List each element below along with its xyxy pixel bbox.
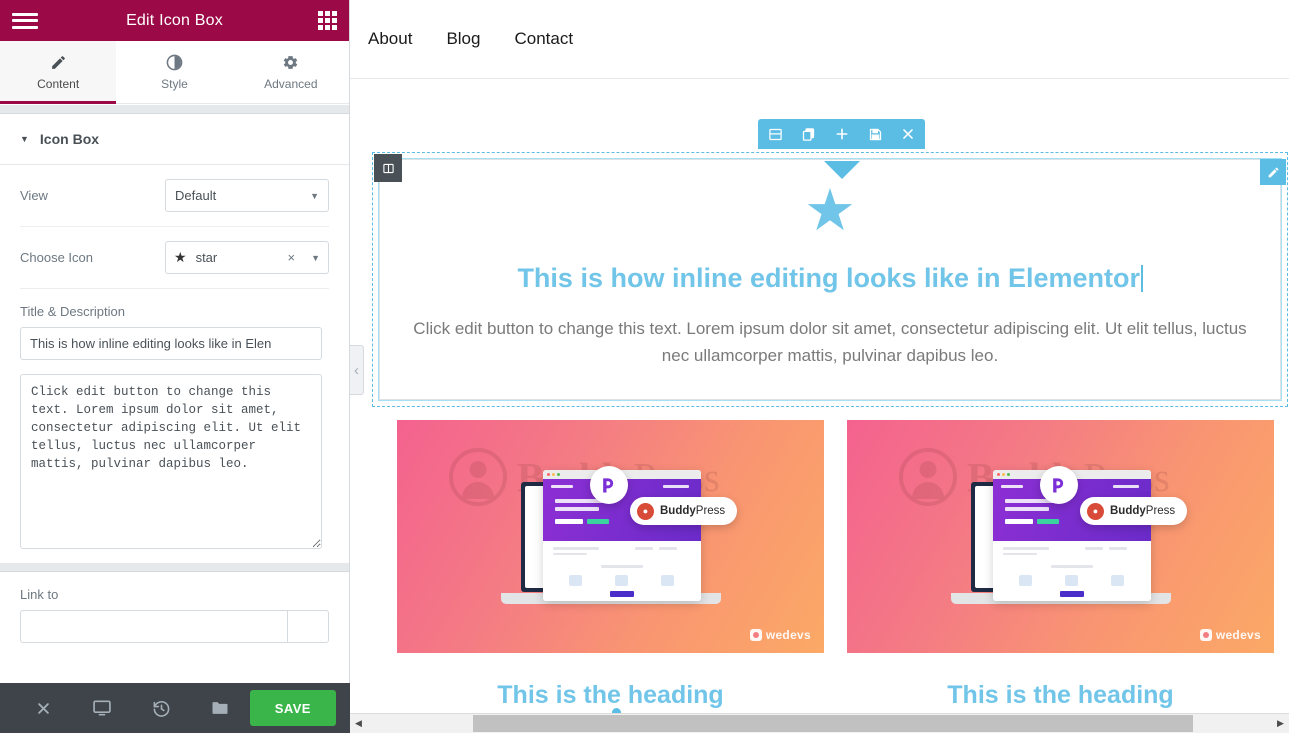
- panel-header: Edit Icon Box: [0, 0, 349, 41]
- tab-content[interactable]: Content: [0, 41, 117, 104]
- pencil-icon: [50, 54, 67, 71]
- buddypress-badge: ● BuddyPress: [1080, 497, 1188, 525]
- buddypress-badge: ● BuddyPress: [630, 497, 738, 525]
- tab-style[interactable]: Style: [116, 41, 233, 103]
- column-wrapper[interactable]: ★ This is how inline editing looks like …: [374, 154, 1286, 402]
- monitor-icon[interactable]: [73, 683, 132, 733]
- link-to-label: Link to: [20, 587, 59, 602]
- control-choose-icon: Choose Icon ★ star × ▼: [0, 227, 349, 288]
- panel-divider: [0, 105, 349, 114]
- close-icon[interactable]: ×: [287, 250, 295, 265]
- card-heading[interactable]: This is the heading: [397, 681, 824, 710]
- plus-icon[interactable]: [834, 126, 850, 142]
- panel-footer: SAVE: [0, 683, 350, 733]
- panel-tabs: Content Style Advanced: [0, 41, 349, 104]
- choose-icon-value: star: [195, 250, 218, 265]
- widget-edit-button[interactable]: [1260, 159, 1286, 185]
- link-to-input[interactable]: [20, 610, 287, 643]
- choose-icon-label: Choose Icon: [20, 250, 93, 265]
- contrast-icon: [166, 54, 183, 71]
- control-view: View Default ▼: [0, 165, 349, 226]
- card-image: BuddyPress: [397, 420, 824, 653]
- panel-divider: [0, 563, 349, 572]
- title-description-label: Title & Description: [20, 304, 125, 319]
- tab-advanced-label: Advanced: [264, 76, 318, 91]
- history-icon[interactable]: [132, 683, 191, 733]
- wedevs-logo-text: wedevs: [1215, 628, 1261, 642]
- tab-style-label: Style: [161, 76, 188, 91]
- elementor-panel: Edit Icon Box Content Style Advanced ▼ I…: [0, 0, 350, 733]
- card-left[interactable]: BuddyPress: [397, 420, 824, 710]
- wperp-logo-badge: [1040, 466, 1078, 504]
- tab-advanced[interactable]: Advanced: [232, 41, 349, 103]
- wedevs-mark-icon: [749, 629, 762, 641]
- wedevs-logo: wedevs: [1199, 628, 1261, 642]
- horizontal-scrollbar[interactable]: ◀ ▶: [350, 713, 1289, 733]
- buddypress-logo-icon: ●: [1087, 502, 1104, 520]
- description-textarea[interactable]: Click edit button to change this text. L…: [20, 374, 322, 549]
- hamburger-icon[interactable]: [12, 11, 38, 31]
- widget-description[interactable]: Click edit button to change this text. L…: [400, 316, 1260, 369]
- floppy-icon[interactable]: [868, 127, 883, 142]
- star-icon: ★: [804, 178, 856, 243]
- scrollbar-track[interactable]: [367, 714, 1272, 733]
- badge-rest: Press: [695, 505, 726, 517]
- scroll-left-arrow[interactable]: ◀: [350, 714, 367, 733]
- section-wrapper[interactable]: ★ This is how inline editing looks like …: [372, 119, 1288, 408]
- chevron-down-icon: ▼: [20, 133, 29, 144]
- save-button[interactable]: SAVE: [249, 690, 337, 726]
- wedevs-logo: wedevs: [749, 628, 811, 642]
- nav-link-about[interactable]: About: [368, 29, 446, 49]
- widget-title[interactable]: This is how inline editing looks like in…: [400, 262, 1260, 294]
- wperp-logo-badge: [590, 466, 628, 504]
- site-navigation: About Blog Contact: [350, 0, 1289, 79]
- wedevs-mark-icon: [1199, 629, 1212, 641]
- star-icon: ★: [174, 249, 187, 265]
- section-toolbar: [758, 119, 925, 149]
- text-caret: [1141, 265, 1143, 292]
- badge-rest: Press: [1145, 505, 1176, 517]
- icon-box-widget[interactable]: ★ This is how inline editing looks like …: [379, 159, 1281, 401]
- tab-content-label: Content: [37, 76, 80, 91]
- scrollbar-thumb[interactable]: [473, 714, 1193, 732]
- choose-icon-select[interactable]: ★ star × ▼: [165, 241, 329, 274]
- user-avatar-icon: [899, 448, 957, 506]
- preview-canvas: About Blog Contact ★ This is how inline …: [350, 0, 1289, 733]
- chevron-down-icon[interactable]: ▼: [311, 253, 320, 263]
- title-input[interactable]: [20, 327, 322, 360]
- nav-link-blog[interactable]: Blog: [446, 29, 514, 49]
- view-select-value: Default: [175, 188, 217, 203]
- view-label: View: [20, 188, 48, 203]
- card-right[interactable]: BuddyPress: [847, 420, 1274, 710]
- card-image: BuddyPress: [847, 420, 1274, 653]
- column-handle[interactable]: [374, 154, 402, 182]
- duplicate-icon[interactable]: [801, 127, 816, 142]
- card-heading[interactable]: This is the heading: [847, 681, 1274, 710]
- badge-bold: Buddy: [1110, 505, 1146, 517]
- chevron-down-icon: ▼: [310, 190, 319, 201]
- user-avatar-icon: [449, 448, 507, 506]
- panel-body: ▼ Icon Box View Default ▼ Choose Icon ★ …: [0, 105, 349, 683]
- nav-link-contact[interactable]: Contact: [514, 29, 607, 49]
- folder-icon[interactable]: [191, 683, 250, 733]
- accordion-icon-box[interactable]: ▼ Icon Box: [0, 114, 349, 165]
- link-to-control: [20, 610, 329, 643]
- view-select[interactable]: Default ▼: [165, 179, 329, 212]
- close-icon[interactable]: [901, 127, 915, 141]
- page-title: Edit Icon Box: [126, 11, 223, 29]
- close-icon[interactable]: [14, 683, 73, 733]
- badge-bold: Buddy: [660, 505, 696, 517]
- grid-icon[interactable]: [318, 11, 337, 30]
- link-to-options-button[interactable]: [287, 610, 329, 643]
- cards-row: BuddyPress: [397, 420, 1274, 710]
- columns-icon[interactable]: [768, 127, 783, 142]
- panel-collapse-button[interactable]: ‹: [350, 345, 364, 395]
- gear-icon: [282, 54, 299, 71]
- widget-title-text: This is how inline editing looks like in…: [517, 263, 1141, 293]
- wedevs-logo-text: wedevs: [765, 628, 811, 642]
- accordion-title: Icon Box: [39, 131, 100, 147]
- scroll-right-arrow[interactable]: ▶: [1272, 714, 1289, 733]
- buddypress-logo-icon: ●: [637, 502, 654, 520]
